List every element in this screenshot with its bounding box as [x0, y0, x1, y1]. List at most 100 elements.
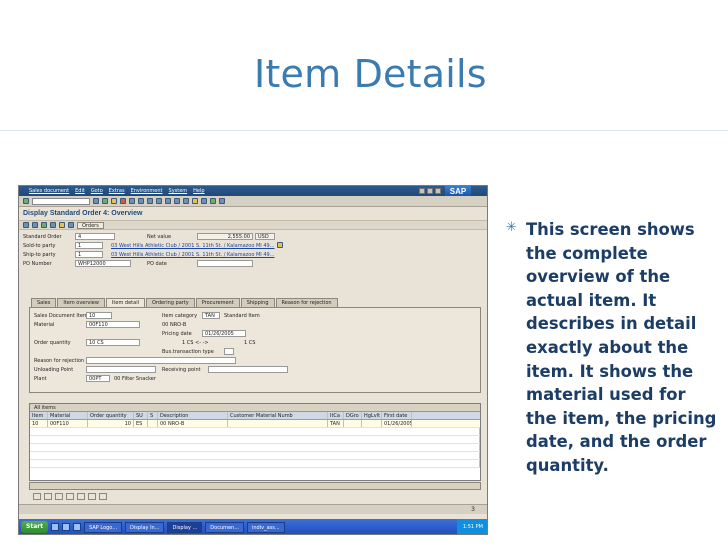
- deselect-all-icon[interactable]: [55, 493, 63, 500]
- ship-to-description[interactable]: 03 West Hills Athletic Club / 2001 S. 11…: [111, 252, 274, 258]
- po-number-field[interactable]: WHP12000: [75, 260, 131, 267]
- shortcut-icon[interactable]: [201, 198, 207, 204]
- help-icon[interactable]: [210, 198, 216, 204]
- task-indiv-ass[interactable]: indiv_ass...: [247, 521, 285, 533]
- col-first-date[interactable]: First date: [382, 412, 412, 419]
- col-hglvlt[interactable]: HgLvlt: [362, 412, 382, 419]
- enter-icon[interactable]: [23, 198, 29, 204]
- select-all-icon[interactable]: [44, 493, 52, 500]
- save-icon[interactable]: [93, 198, 99, 204]
- col-order-quantity[interactable]: Order quantity: [88, 412, 134, 419]
- application-toolbar: Orders: [19, 220, 487, 230]
- cancel-icon[interactable]: [120, 198, 126, 204]
- insert-row-icon[interactable]: [77, 493, 85, 500]
- cell-customer-material[interactable]: [228, 420, 328, 427]
- delete-row-icon[interactable]: [66, 493, 74, 500]
- command-field[interactable]: [32, 197, 90, 205]
- po-date-field[interactable]: [197, 260, 253, 267]
- sort-icon[interactable]: [88, 493, 96, 500]
- layout-icon[interactable]: [219, 198, 225, 204]
- print-icon[interactable]: [129, 198, 135, 204]
- filter-icon[interactable]: [99, 493, 107, 500]
- col-item[interactable]: Item: [30, 412, 48, 419]
- col-description[interactable]: Description: [158, 412, 228, 419]
- sold-to-description[interactable]: 03 West Hills Athletic Club / 2001 S. 11…: [111, 243, 274, 249]
- last-page-icon[interactable]: [183, 198, 189, 204]
- tab-reason-for-rejection[interactable]: Reason for rejection: [275, 298, 338, 307]
- task-sap-logon[interactable]: SAP Logo...: [84, 521, 123, 533]
- task-document[interactable]: Documen...: [205, 521, 244, 533]
- table-row[interactable]: [30, 452, 480, 460]
- cell-material[interactable]: 00F110: [48, 420, 88, 427]
- find-next-icon[interactable]: [147, 198, 153, 204]
- sold-to-field[interactable]: 1: [75, 242, 103, 249]
- quicklaunch-icon[interactable]: [51, 523, 60, 531]
- item-category-field[interactable]: TAN: [202, 312, 220, 319]
- sales-doc-item-field[interactable]: 10: [86, 312, 112, 319]
- tab-sales[interactable]: Sales: [31, 298, 57, 307]
- material-field[interactable]: 00F110: [86, 321, 140, 328]
- document-flow-icon[interactable]: [59, 222, 65, 228]
- new-session-icon[interactable]: [192, 198, 198, 204]
- receiving-point-field[interactable]: [208, 366, 288, 373]
- tab-shipping[interactable]: Shipping: [240, 298, 275, 307]
- quicklaunch-icon[interactable]: [73, 523, 82, 531]
- address-icon[interactable]: [277, 242, 283, 248]
- task-display-in[interactable]: Display In...: [125, 521, 165, 533]
- reason-rejection-field[interactable]: [86, 357, 236, 364]
- tab-item-overview[interactable]: Item overview: [57, 298, 105, 307]
- menu-extras[interactable]: Extras: [109, 188, 125, 194]
- display-icon[interactable]: [23, 222, 29, 228]
- net-value-field[interactable]: 2,555.00: [197, 233, 253, 240]
- menu-sales-document[interactable]: Sales document: [29, 188, 69, 194]
- menu-system[interactable]: System: [169, 188, 188, 194]
- item-icon[interactable]: [50, 222, 56, 228]
- task-display[interactable]: Display ...: [167, 521, 203, 533]
- first-page-icon[interactable]: [156, 198, 162, 204]
- status-icon[interactable]: [68, 222, 74, 228]
- col-customer-material[interactable]: Customer Material Numb: [228, 412, 328, 419]
- maximize-icon[interactable]: [427, 188, 433, 194]
- plant-field[interactable]: 00PT: [86, 375, 110, 382]
- start-button[interactable]: Start: [21, 521, 49, 533]
- tab-procurement[interactable]: Procurement: [195, 298, 240, 307]
- col-dgro[interactable]: DGro: [344, 412, 362, 419]
- find-icon[interactable]: [138, 198, 144, 204]
- orders-button[interactable]: Orders: [77, 221, 104, 229]
- table-row[interactable]: 10 00F110 10 ES 00 NRO-B TAN 01/26/2005: [30, 420, 480, 428]
- table-row[interactable]: [30, 444, 480, 452]
- menu-goto[interactable]: Goto: [91, 188, 103, 194]
- currency-field[interactable]: USD: [255, 233, 275, 240]
- tab-ordering-party[interactable]: Ordering party: [145, 298, 195, 307]
- tab-item-detail[interactable]: Item detail: [105, 298, 145, 307]
- pricing-date-field[interactable]: 01/26/2005: [202, 330, 246, 337]
- quicklaunch-icon[interactable]: [62, 523, 71, 531]
- close-icon[interactable]: [435, 188, 441, 194]
- prev-page-icon[interactable]: [165, 198, 171, 204]
- menu-edit[interactable]: Edit: [75, 188, 85, 194]
- col-itca[interactable]: ItCa: [328, 412, 344, 419]
- col-s[interactable]: S: [148, 412, 158, 419]
- minimize-icon[interactable]: [419, 188, 425, 194]
- col-su[interactable]: SU: [134, 412, 148, 419]
- back-icon[interactable]: [102, 198, 108, 204]
- exit-icon[interactable]: [111, 198, 117, 204]
- header-icon[interactable]: [41, 222, 47, 228]
- table-row[interactable]: [30, 460, 480, 468]
- standard-order-field[interactable]: 4: [75, 233, 115, 240]
- ship-to-field[interactable]: 1: [75, 251, 103, 258]
- cell-order-quantity[interactable]: 10: [88, 420, 134, 427]
- details-icon[interactable]: [33, 493, 41, 500]
- table-row[interactable]: [30, 436, 480, 444]
- order-quantity-field[interactable]: 10 CS: [86, 339, 140, 346]
- menu-environment[interactable]: Environment: [131, 188, 163, 194]
- col-material[interactable]: Material: [48, 412, 88, 419]
- table-row[interactable]: [30, 428, 480, 436]
- bus-transaction-field[interactable]: [224, 348, 234, 355]
- unloading-point-field[interactable]: [86, 366, 156, 373]
- next-page-icon[interactable]: [174, 198, 180, 204]
- cell-su: ES: [134, 420, 148, 427]
- change-icon[interactable]: [32, 222, 38, 228]
- table-horizontal-scrollbar[interactable]: [29, 482, 481, 490]
- menu-help[interactable]: Help: [193, 188, 204, 194]
